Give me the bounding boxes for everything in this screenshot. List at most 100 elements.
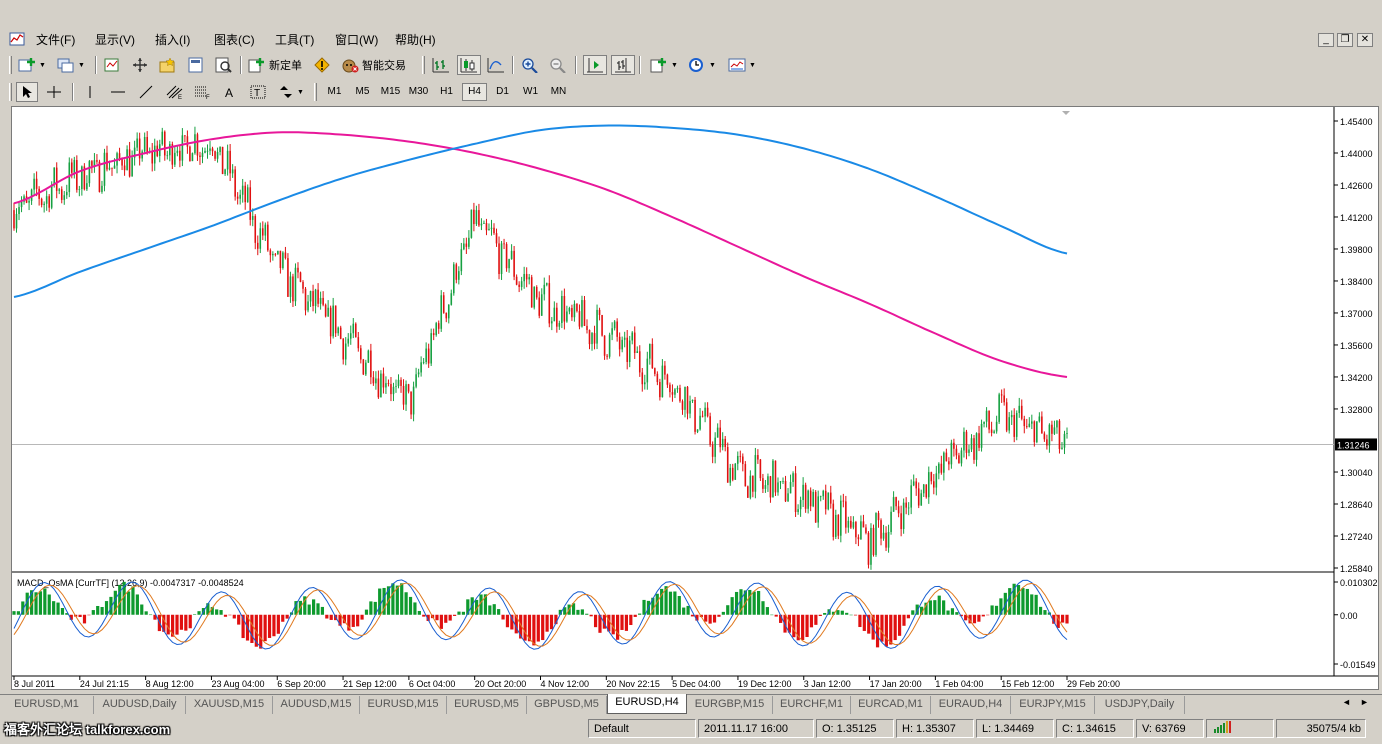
menu-view[interactable]: 显示(V) [95,31,135,48]
menu-charts[interactable]: 图表(C) [214,31,255,48]
favorites-button[interactable] [157,55,179,75]
tab-audusd-daily[interactable]: AUDUSD,Daily [94,696,186,714]
period-w1[interactable]: W1 [518,83,543,101]
candle-bull [596,309,598,344]
histogram-bar-negative [505,614,510,628]
histogram-bar-positive [686,605,690,615]
periods-button[interactable]: ▼ [686,55,718,75]
text-label-tool[interactable]: T [248,82,268,102]
tab-scroll-left-icon[interactable]: ◄ [1342,697,1351,707]
histogram-bar-positive [937,595,941,615]
candle-bear [151,150,154,164]
indicators-button[interactable]: ▼ [648,55,680,75]
new-chart-button[interactable]: ▼ [16,55,48,75]
histogram-bar-positive [100,607,104,615]
candle-bull [174,152,176,165]
candle-bull [674,389,676,395]
strategy-tester-button[interactable] [213,55,235,75]
tab-eurusd-m5[interactable]: EURUSD,M5 [447,696,527,714]
period-mn[interactable]: MN [546,83,571,101]
tab-usdjpy-daily[interactable]: USDJPY,Daily [1095,696,1185,714]
histogram-bar-negative [351,614,355,627]
autotrading-warning-button[interactable] [311,55,333,75]
price-chart[interactable]: 1.45400 1.44000 1.42600 1.41200 1.39800 1.384… [12,107,1378,689]
histogram-bar-positive [126,591,131,615]
menu-tools[interactable]: 工具(T) [275,31,314,48]
histogram-bar-negative [897,614,902,636]
tab-eurjpy-m15[interactable]: EURJPY,M15 [1011,696,1095,714]
bar-chart-icon [432,58,449,73]
new-order-button[interactable]: 新定单 [246,55,304,75]
tab-xauusd-m15[interactable]: XAUUSD,M15 [186,696,273,714]
line-chart-button[interactable] [485,55,507,75]
period-h1[interactable]: H1 [434,83,459,101]
menu-file[interactable]: 文件(F) [36,31,75,48]
histogram-bar-positive [135,594,139,615]
crosshair-tool[interactable] [44,82,64,102]
tab-eurgbp-m15[interactable]: EURGBP,M15 [687,696,773,714]
terminal-button[interactable] [185,55,207,75]
period-m5[interactable]: M5 [350,83,375,101]
tab-eurusd-m1[interactable]: EURUSD,M1 [0,696,94,714]
candle-bull [676,387,679,390]
histogram-bar-negative [78,614,82,618]
tab-euraud-h4[interactable]: EURAUD,H4 [931,696,1011,714]
equidistant-channel-tool[interactable]: E [164,82,186,102]
chart-window[interactable]: 1.45400 1.44000 1.42600 1.41200 1.39800 1.384… [11,106,1379,690]
candle-bear [556,307,558,327]
text-tool[interactable]: A [220,82,240,102]
close-button[interactable]: ✕ [1357,33,1373,47]
period-m15[interactable]: M15 [378,83,403,101]
menu-help[interactable]: 帮助(H) [395,31,436,48]
profiles-button[interactable]: ▼ [55,55,87,75]
tab-eurusd-m15[interactable]: EURUSD,M15 [360,696,447,714]
auto-scroll-button[interactable] [583,55,607,75]
restore-button[interactable]: ❐ [1337,33,1353,47]
vertical-line-tool[interactable] [80,82,100,102]
time-label: 29 Feb 20:00 [1067,679,1120,689]
candle-bear [432,333,435,336]
candle-bull [910,485,912,508]
horizontal-line-tool[interactable] [108,82,128,102]
histogram-bar-positive [56,602,60,615]
drawing-toolbar: E F A T ▼ M1 M5 M15 M30 H1 H4 D1 W1 MN [0,79,1382,105]
tab-gbpusd-m5[interactable]: GBPUSD,M5 [527,696,607,714]
histogram-bar-negative [325,614,329,619]
arrows-tool[interactable]: ▼ [276,82,306,102]
period-m30[interactable]: M30 [406,83,431,101]
histogram-bar-positive [1034,594,1038,615]
candle-bear [387,383,390,385]
zoom-out-button[interactable] [547,55,569,75]
period-d1[interactable]: D1 [490,83,515,101]
candle-bear [329,307,332,337]
chart-shift-button[interactable] [611,55,635,75]
menu-window[interactable]: 窗口(W) [335,31,378,48]
histogram-bar-negative [629,614,633,626]
histogram-bar-positive [391,583,395,615]
tab-eurcad-m1[interactable]: EURCAD,M1 [851,696,931,714]
period-h4[interactable]: H4 [462,83,487,101]
expert-advisors-button[interactable]: 智能交易 [339,55,408,75]
cursor-tool[interactable] [16,82,38,102]
tab-eurusd-h4[interactable]: EURUSD,H4 [607,694,687,714]
zoom-in-button[interactable] [519,55,541,75]
tab-audusd-m15[interactable]: AUDUSD,M15 [273,696,360,714]
fibonacci-tool[interactable]: F [192,82,214,102]
candle-bull [566,311,568,322]
menu-insert[interactable]: 插入(I) [155,31,190,48]
candle-bear [837,514,840,536]
tab-eurchf-m1[interactable]: EURCHF,M1 [773,696,851,714]
period-m1[interactable]: M1 [322,83,347,101]
templates-button[interactable]: ▼ [726,55,758,75]
candle-bull [347,338,350,344]
minimize-button[interactable]: _ [1318,33,1334,47]
histogram-bar-positive [928,600,933,615]
market-watch-button[interactable] [101,55,123,75]
candle-bear [236,196,239,199]
bar-chart-button[interactable] [430,55,452,75]
histogram-bar-positive [994,605,999,615]
trendline-tool[interactable] [136,82,156,102]
navigator-button[interactable] [129,55,151,75]
tab-scroll-right-icon[interactable]: ► [1360,697,1369,707]
candlestick-chart-button[interactable] [457,55,481,75]
